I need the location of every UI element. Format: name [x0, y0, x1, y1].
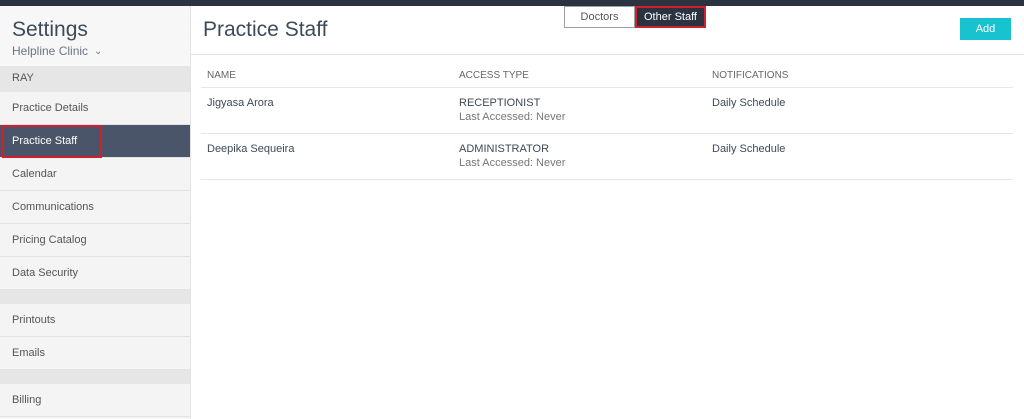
- sidebar-item-pricing-catalog[interactable]: Pricing Catalog: [0, 224, 190, 257]
- sidebar-item-label: Data Security: [12, 267, 79, 279]
- sidebar-item-label: Pricing Catalog: [12, 234, 87, 246]
- sidebar-gap: [0, 290, 190, 304]
- page-title: Practice Staff: [203, 18, 328, 41]
- staff-table: NAME ACCESS TYPE NOTIFICATIONS Jigyasa A…: [201, 64, 1013, 180]
- sidebar-item-label: Communications: [12, 201, 94, 213]
- last-accessed: Last Accessed: Never: [459, 157, 566, 169]
- sidebar-item-data-security[interactable]: Data Security: [0, 257, 190, 290]
- sidebar-item-billing[interactable]: Billing: [0, 384, 190, 417]
- sidebar-header: Settings Helpline Clinic ⌄: [0, 6, 190, 66]
- table-header: NAME ACCESS TYPE NOTIFICATIONS: [201, 64, 1013, 88]
- sidebar-item-emails[interactable]: Emails: [0, 337, 190, 370]
- clinic-selector[interactable]: Helpline Clinic ⌄: [12, 44, 190, 58]
- sidebar-item-label: Calendar: [12, 168, 57, 180]
- access-type: RECEPTIONIST: [459, 97, 541, 109]
- clinic-name: Helpline Clinic: [12, 44, 89, 58]
- sidebar-item-label: Practice Details: [12, 102, 89, 114]
- sidebar-item-communications[interactable]: Communications: [0, 191, 190, 224]
- sidebar-title: Settings: [12, 18, 88, 41]
- sidebar-item-label: Practice Staff: [12, 135, 78, 147]
- access-cell: RECEPTIONIST Last Accessed: Never: [459, 97, 712, 133]
- tab-doctors[interactable]: Doctors: [564, 6, 635, 28]
- access-cell: ADMINISTRATOR Last Accessed: Never: [459, 143, 712, 179]
- sidebar-item-calendar[interactable]: Calendar: [0, 158, 190, 191]
- access-type: ADMINISTRATOR: [459, 143, 550, 155]
- notification-type: Daily Schedule: [712, 97, 786, 109]
- last-accessed: Last Accessed: Never: [459, 111, 566, 123]
- add-staff-button[interactable]: Add: [960, 18, 1011, 40]
- sidebar-item-practice-details[interactable]: Practice Details: [0, 92, 190, 125]
- header-notifications: NOTIFICATIONS: [712, 70, 789, 81]
- table-row[interactable]: Jigyasa Arora RECEPTIONIST Last Accessed…: [201, 88, 1013, 134]
- sidebar-item-label: Printouts: [12, 314, 56, 326]
- staff-name: Jigyasa Arora: [207, 97, 274, 109]
- header-name: NAME: [207, 70, 236, 81]
- main-content: Practice Staff Doctors Other Staff Add N…: [191, 6, 1024, 419]
- sidebar-item-label: Emails: [12, 347, 46, 359]
- staff-name: Deepika Sequeira: [207, 143, 295, 155]
- settings-sidebar: Settings Helpline Clinic ⌄ RAY Practice …: [0, 6, 191, 419]
- header-access-type: ACCESS TYPE: [459, 70, 529, 81]
- notification-type: Daily Schedule: [712, 143, 786, 155]
- sidebar-gap: [0, 370, 190, 384]
- sidebar-item-label: Billing: [12, 394, 42, 406]
- chevron-down-icon: ⌄: [94, 45, 103, 57]
- header-divider: [191, 54, 1024, 55]
- sidebar-item-printouts[interactable]: Printouts: [0, 304, 190, 337]
- sidebar-section-label: RAY: [0, 66, 190, 92]
- tab-other-staff[interactable]: Other Staff: [635, 6, 706, 28]
- sidebar-item-practice-staff[interactable]: Practice Staff: [0, 125, 190, 158]
- staff-type-toggle: Doctors Other Staff: [564, 6, 706, 28]
- table-row[interactable]: Deepika Sequeira ADMINISTRATOR Last Acce…: [201, 134, 1013, 180]
